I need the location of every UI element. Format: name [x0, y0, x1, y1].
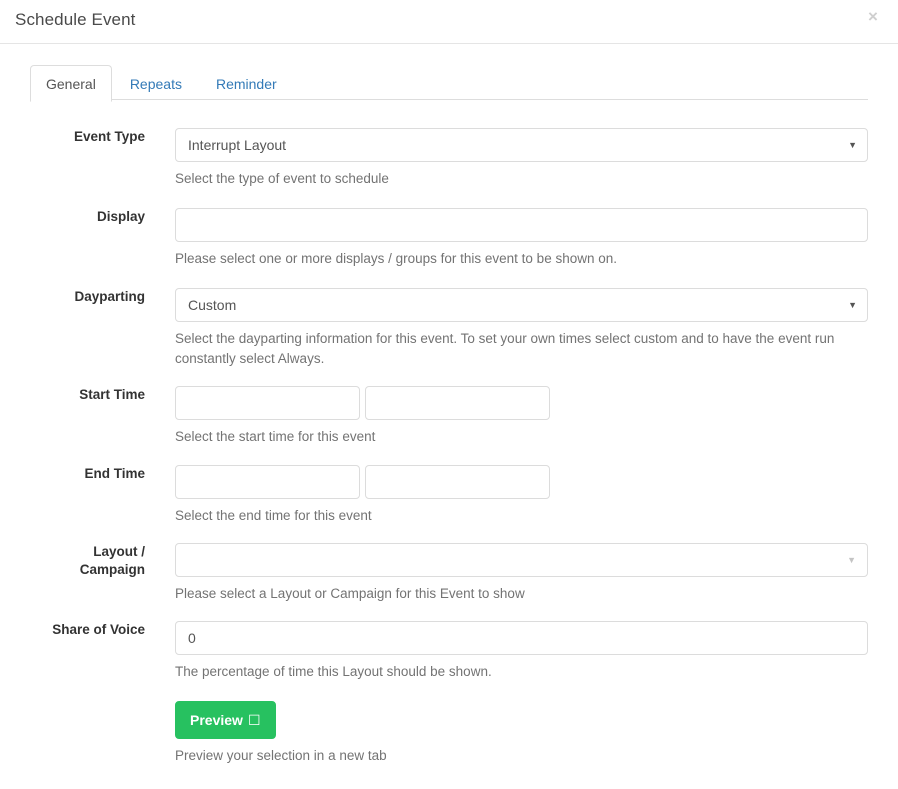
form-row-start-time: Start Time Select the start time for thi… — [0, 386, 898, 447]
external-link-icon: ☐ — [248, 712, 261, 728]
end-time-date-input[interactable] — [175, 465, 360, 499]
layout-campaign-label: Layout / Campaign — [0, 543, 145, 579]
close-icon[interactable]: × — [862, 6, 884, 28]
start-time-inputs — [175, 386, 898, 420]
schedule-event-form: Event Type ▼ Select the type of event to… — [0, 100, 898, 766]
form-row-end-time: End Time Select the end time for this ev… — [0, 465, 898, 526]
preview-button[interactable]: Preview ☐ — [175, 701, 276, 739]
form-row-dayparting: Dayparting ▼ Select the dayparting infor… — [0, 288, 898, 369]
share-of-voice-input[interactable] — [175, 621, 868, 655]
form-row-layout-campaign: Layout / Campaign ▼ Please select a Layo… — [0, 543, 898, 604]
dayparting-help: Select the dayparting information for th… — [175, 329, 865, 369]
start-time-help: Select the start time for this event — [175, 427, 865, 447]
event-type-help: Select the type of event to schedule — [175, 169, 865, 189]
start-time-date-input[interactable] — [175, 386, 360, 420]
end-time-inputs — [175, 465, 898, 499]
tab-reminder[interactable]: Reminder — [200, 65, 293, 102]
start-time-label: Start Time — [0, 386, 145, 404]
event-type-label: Event Type — [0, 128, 145, 146]
modal-header: Schedule Event × — [0, 0, 898, 44]
preview-button-label: Preview — [190, 712, 243, 728]
display-help: Please select one or more displays / gro… — [175, 249, 865, 269]
share-of-voice-label: Share of Voice — [0, 621, 145, 639]
tab-general[interactable]: General — [30, 65, 112, 102]
form-row-share-of-voice: Share of Voice The percentage of time th… — [0, 621, 898, 682]
preview-help: Preview your selection in a new tab — [175, 746, 865, 766]
display-input[interactable] — [175, 208, 868, 242]
start-time-time-input[interactable] — [365, 386, 550, 420]
end-time-help: Select the end time for this event — [175, 506, 865, 526]
page-title: Schedule Event — [15, 9, 135, 31]
tabs-container: GeneralRepeatsReminder — [0, 44, 898, 100]
dayparting-label: Dayparting — [0, 288, 145, 306]
form-row-event-type: Event Type ▼ Select the type of event to… — [0, 128, 898, 189]
layout-campaign-label-line2: Campaign — [80, 562, 145, 577]
dayparting-select-wrap: ▼ — [175, 288, 868, 322]
end-time-time-input[interactable] — [365, 465, 550, 499]
layout-campaign-select-wrap: ▼ — [175, 543, 868, 577]
end-time-label: End Time — [0, 465, 145, 483]
layout-campaign-help: Please select a Layout or Campaign for t… — [175, 584, 865, 604]
form-row-preview: Preview ☐ Preview your selection in a new… — [0, 701, 898, 766]
dayparting-select[interactable] — [175, 288, 868, 322]
tab-strip: GeneralRepeatsReminder — [30, 64, 868, 100]
layout-campaign-label-line1: Layout / — [93, 544, 145, 559]
display-label: Display — [0, 208, 145, 226]
event-type-select-wrap: ▼ — [175, 128, 868, 162]
layout-campaign-select[interactable] — [175, 543, 868, 577]
form-row-display: Display Please select one or more displa… — [0, 208, 898, 269]
event-type-select[interactable] — [175, 128, 868, 162]
share-of-voice-help: The percentage of time this Layout shoul… — [175, 662, 865, 682]
tab-repeats[interactable]: Repeats — [114, 65, 198, 102]
